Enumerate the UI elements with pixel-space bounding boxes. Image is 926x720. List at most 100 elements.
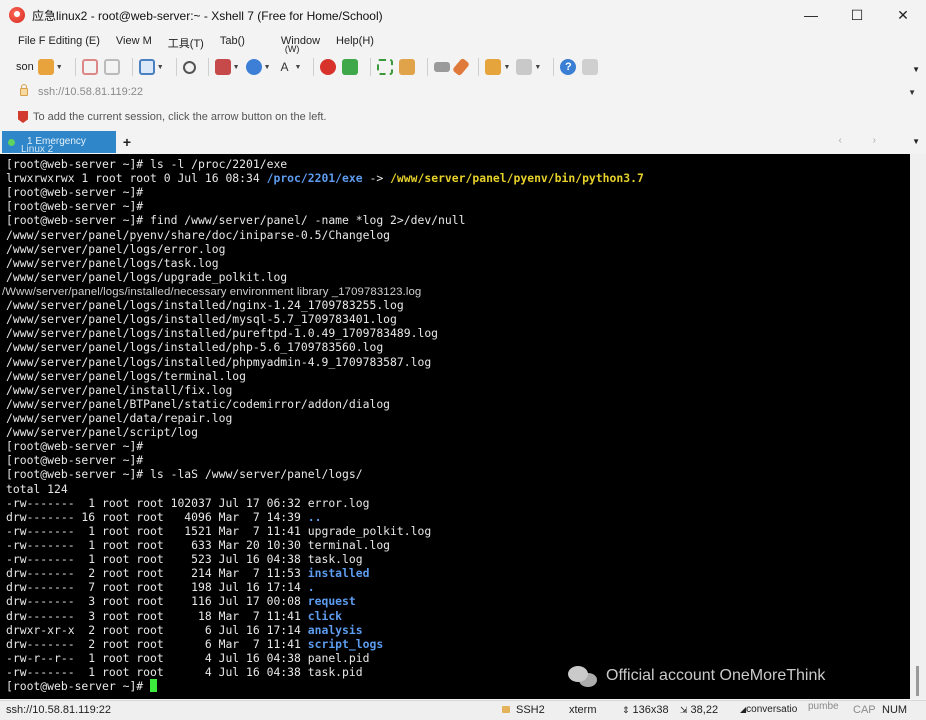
terminal-text: -rw------- 1 root root 4 Jul 16 04:38 ta…: [6, 664, 363, 679]
menu-window[interactable]: Window (W): [281, 35, 320, 54]
menu-help[interactable]: Help(H): [336, 35, 374, 47]
address-input[interactable]: ssh://10.58.81.119:22: [38, 86, 143, 98]
keyboard-icon[interactable]: [434, 62, 451, 72]
xshell-app-icon[interactable]: [9, 7, 25, 23]
terminal-scrollbar[interactable]: [910, 154, 926, 699]
chevron-down-icon[interactable]: ▼: [56, 64, 63, 71]
unlink-icon[interactable]: [103, 59, 120, 75]
maximize-button[interactable]: ☐: [834, 0, 880, 30]
globe-icon[interactable]: [245, 59, 262, 75]
terminal-text: drwxr-xr-x 2 root root 6 Jul 16 17:14: [6, 622, 308, 637]
chevron-down-icon[interactable]: ▼: [908, 88, 916, 97]
fullscreen-icon[interactable]: [377, 59, 394, 75]
terminal-output[interactable]: [root@web-server ~]# ls -l /proc/2201/ex…: [0, 154, 910, 699]
add-session-icon[interactable]: [485, 59, 502, 75]
terminal-line: total 124: [6, 482, 910, 496]
chevron-down-icon[interactable]: ▼: [233, 64, 240, 71]
xftp-icon[interactable]: [342, 59, 359, 75]
terminal-line: [root@web-server ~]# find /www/server/pa…: [6, 213, 910, 227]
lock-icon: [502, 706, 510, 713]
session-hint-text: To add the current session, click the ar…: [33, 111, 327, 123]
terminal-line: [root@web-server ~]#: [6, 185, 910, 199]
close-button[interactable]: ✕: [880, 0, 926, 30]
toolbar-divider: [370, 58, 372, 76]
terminal-line: lrwxrwxrwx 1 root root 0 Jul 16 08:34 /p…: [6, 171, 910, 185]
toolbar: son ▼ ▼ ▼ ▼ A ▼ ▼ ▼ ? ▼: [0, 53, 926, 81]
add-tab-button[interactable]: +: [119, 133, 135, 151]
scrollbar-thumb[interactable]: [916, 666, 919, 696]
terminal-line: [root@web-server ~]# ls -l /proc/2201/ex…: [6, 157, 910, 171]
help-icon[interactable]: ?: [560, 59, 577, 75]
terminal-text: /proc/2201/exe: [266, 171, 363, 186]
terminal-text: /www/server/panel/data/repair.log: [6, 410, 233, 425]
terminal-text: ..: [307, 509, 322, 524]
resize-icon: ⇕: [622, 705, 630, 715]
chevron-down-icon[interactable]: ▼: [264, 64, 271, 71]
terminal-text: /www/server/panel/BTPanel/static/codemir…: [6, 396, 391, 411]
toolbar-overflow-icon[interactable]: ▼: [912, 65, 920, 74]
terminal-line: /www/server/panel/logs/upgrade_polkit.lo…: [6, 270, 910, 284]
terminal-line: drwxr-xr-x 2 root root 6 Jul 16 17:14 an…: [6, 623, 910, 637]
terminal-text: /www/server/panel/logs/installed/pureftp…: [6, 326, 439, 341]
menu-bar: File F Editing (E) View M 工具(T) Tab() Wi…: [0, 30, 926, 54]
pen-icon[interactable]: [452, 57, 471, 77]
xshell-icon[interactable]: [320, 59, 337, 75]
terminal-text: /www/server/panel/logs/error.log: [6, 241, 226, 256]
terminal-text: /www/server/panel/logs/task.log: [6, 255, 219, 270]
tab-emergency-linux2[interactable]: 1 Emergency Linux 2: [2, 131, 116, 155]
status-session-label: conversatio: [746, 704, 798, 715]
chevron-down-icon[interactable]: ▼: [503, 64, 510, 71]
open-folder-icon[interactable]: [37, 59, 54, 75]
font-icon[interactable]: A: [277, 59, 293, 75]
minimize-button[interactable]: —: [788, 0, 834, 30]
terminal-line: /www/server/panel/script/log: [6, 425, 910, 439]
chevron-down-icon[interactable]: ▼: [534, 64, 541, 71]
menu-file[interactable]: File F Editing (E): [18, 35, 100, 47]
terminal-text: total 124: [6, 481, 68, 496]
terminal-line: drw------- 2 root root 214 Mar 7 11:53 i…: [6, 566, 910, 580]
bookmark-icon[interactable]: [18, 111, 28, 123]
window-title: 应急linux2 - root@web-server:~ - Xshell 7 …: [32, 8, 383, 23]
terminal-text: drw------- 2 root root 6 Mar 7 11:41: [6, 636, 308, 651]
terminal-line: [root@web-server ~]#: [6, 439, 910, 453]
search-icon[interactable]: [182, 60, 196, 74]
status-cursor-label: 38,22: [690, 704, 719, 716]
connected-status-icon: [8, 138, 15, 146]
menu-tools[interactable]: 工具(T): [168, 35, 204, 51]
menu-tab[interactable]: Tab(): [220, 35, 245, 47]
copy-icon[interactable]: [214, 59, 231, 75]
status-num-lock: NUM: [882, 704, 908, 716]
terminal-text: analysis: [307, 622, 363, 637]
status-size-label: 136x38: [632, 704, 669, 716]
chevron-down-icon[interactable]: ▼: [295, 64, 302, 71]
terminal-text: [root@web-server ~]#: [6, 453, 144, 468]
toolbar-divider: [427, 58, 429, 76]
menu-view[interactable]: View M: [116, 35, 152, 47]
chat-icon[interactable]: [582, 59, 599, 75]
terminal-text: installed: [307, 566, 370, 581]
link-icon[interactable]: [81, 59, 98, 75]
lock-icon[interactable]: [399, 59, 416, 75]
toolbar-divider: [553, 58, 555, 76]
terminal-text: /www/server/panel/logs/installed/nginx-1…: [6, 298, 404, 313]
terminal-line: /www/server/panel/logs/installed/nginx-1…: [6, 298, 910, 312]
new-window-icon[interactable]: [138, 59, 155, 75]
terminal-line: drw------- 3 root root 116 Jul 17 00:08 …: [6, 594, 910, 608]
terminal-line: /www/server/panel/install/fix.log: [6, 383, 910, 397]
session-label[interactable]: son: [16, 61, 34, 73]
toolbar-divider: [175, 58, 177, 76]
wechat-watermark: Official account OneMoreThink: [568, 664, 825, 688]
terminal-text: request: [307, 594, 356, 609]
address-bar[interactable]: ssh://10.58.81.119:22 ▼: [8, 82, 920, 102]
layout-icon[interactable]: [516, 59, 533, 75]
chevron-down-icon[interactable]: ▼: [157, 64, 164, 71]
terminal-text: [root@web-server ~]# ls -laS /www/server…: [6, 467, 363, 482]
terminal-text: /www/server/panel/logs/installed/php-5.6…: [6, 340, 384, 355]
tab-scroll-arrows[interactable]: ‹ ›: [839, 135, 890, 146]
toolbar-divider: [207, 58, 209, 76]
terminal-line: [root@web-server ~]#: [6, 453, 910, 467]
terminal-text: [root@web-server ~]# find /www/server/pa…: [6, 213, 466, 228]
cursor-position-icon: ⇲: [680, 705, 688, 715]
tab-list-icon[interactable]: ▼: [912, 137, 920, 146]
status-protocol-label: SSH2: [516, 704, 545, 716]
